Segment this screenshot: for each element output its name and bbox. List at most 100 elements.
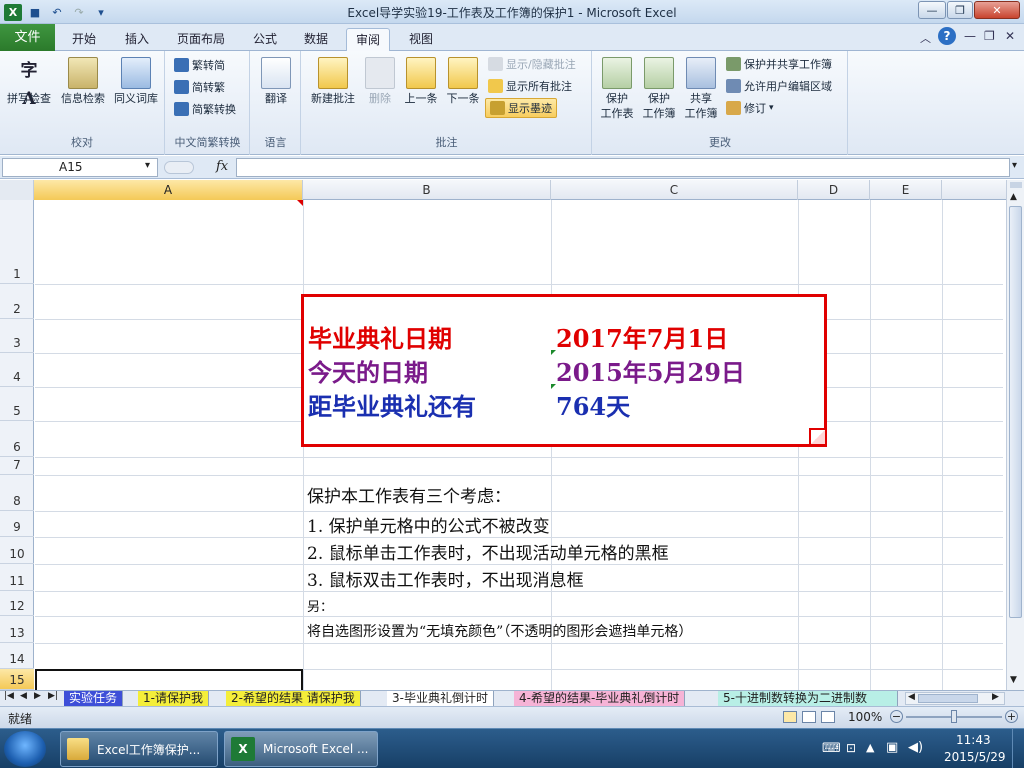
taskbar-excel-button[interactable]: X Microsoft Excel ... [224,731,378,767]
zoom-in-icon[interactable]: + [1005,710,1018,723]
translate-button[interactable]: 翻译 [255,57,297,106]
to-traditional-button[interactable]: 简转繁 [174,77,225,97]
column-header-e[interactable]: E [870,180,942,200]
tab-data[interactable]: 数据 [295,28,337,51]
column-header-d[interactable]: D [798,180,870,200]
formula-input[interactable] [236,158,1010,177]
horizontal-scrollbar[interactable]: ◀ ▶ [905,692,1005,705]
taskbar-explorer-button[interactable]: Excel工作簿保护... [60,731,218,767]
scroll-right-icon[interactable]: ▶ [992,692,999,702]
show-ink-button[interactable]: 显示墨迹 [485,98,557,118]
row-header[interactable]: 13 [0,616,34,643]
h-scroll-thumb[interactable] [918,694,978,703]
expand-formula-icon[interactable]: ▾ [1012,160,1017,171]
zoom-level[interactable]: 100% [848,710,882,724]
row-header[interactable]: 7 [0,457,34,475]
split-box[interactable] [1010,182,1022,188]
start-button[interactable] [4,731,46,767]
tab-page-layout[interactable]: 页面布局 [168,28,234,51]
show-all-comments-button[interactable]: 显示所有批注 [488,76,572,96]
tab-home[interactable]: 开始 [63,28,105,51]
protect-workbook-button[interactable]: 保护 工作簿 [639,57,679,121]
next-comment-button[interactable]: 下一条 [443,57,483,106]
row-header[interactable]: 15 [0,669,34,690]
row-header[interactable]: 3 [0,319,34,353]
tab-formulas[interactable]: 公式 [244,28,286,51]
name-box-dropdown-icon[interactable]: ▾ [145,160,150,171]
row-header[interactable]: 1 [0,200,34,284]
volume-icon[interactable]: ◀) [908,740,923,755]
select-all-corner[interactable] [0,180,34,200]
tab-view[interactable]: 视图 [400,28,442,51]
row-header[interactable]: 12 [0,591,34,616]
row-header[interactable]: 4 [0,353,34,387]
sheet-tab[interactable]: 实验任务 [64,691,124,707]
column-header-a[interactable]: A [34,180,303,200]
insert-function-icon[interactable]: fx [216,159,228,174]
doc-restore-icon[interactable]: ❐ [984,29,995,43]
page-layout-view-icon[interactable] [802,711,816,723]
sheet-tab[interactable]: 4-希望的结果-毕业典礼倒计时 [514,691,686,707]
spell-check-button[interactable]: 字A 拼写检查 [4,57,54,109]
tab-insert[interactable]: 插入 [116,28,158,51]
clock-time[interactable]: 11:43 [956,733,991,747]
scroll-left-icon[interactable]: ◀ [908,692,915,702]
vertical-scrollbar[interactable]: ▲ ▼ [1006,180,1024,690]
column-header-b[interactable]: B [303,180,551,200]
share-workbook-button[interactable]: 共享 工作簿 [681,57,721,121]
help-icon[interactable]: ? [938,27,956,45]
protect-sheet-button[interactable]: 保护 工作表 [597,57,637,121]
zoom-slider-thumb[interactable] [951,710,957,723]
row-header[interactable]: 2 [0,284,34,319]
tab-review[interactable]: 审阅 [346,28,391,51]
allow-edit-ranges-button[interactable]: 允许用户编辑区域 [726,76,832,96]
scroll-down-icon[interactable]: ▼ [1010,675,1017,685]
doc-minimize-icon[interactable]: — [964,29,976,43]
active-cell-a15[interactable] [35,669,303,690]
row-header[interactable]: 8 [0,475,34,511]
row-header[interactable]: 6 [0,421,34,457]
cell-grid[interactable]: 毕业典礼日期 2017年7月1日 今天的日期 2015年5月29日 距毕业典礼还… [35,200,1003,690]
zoom-out-icon[interactable]: − [890,710,903,723]
convert-button[interactable]: 简繁转换 [174,99,236,119]
row-header[interactable]: 11 [0,564,34,591]
row-header[interactable]: 5 [0,387,34,421]
keyboard-icon[interactable]: ⌨ [822,741,841,756]
network-icon[interactable]: ▣ [886,740,898,755]
scroll-thumb[interactable] [1009,206,1022,618]
previous-comment-button[interactable]: 上一条 [401,57,441,106]
next-sheet-icon[interactable]: ▶ [34,691,41,701]
normal-view-icon[interactable] [783,711,797,723]
show-desktop-button[interactable] [1012,729,1024,768]
formula-bar-splitter[interactable] [164,161,194,174]
research-button[interactable]: 信息检索 [58,57,108,106]
sheet-tab-active[interactable]: 3-毕业典礼倒计时 [387,691,494,707]
tab-file[interactable]: 文件 [0,24,55,51]
countdown-shape[interactable]: 毕业典礼日期 2017年7月1日 今天的日期 2015年5月29日 距毕业典礼还… [301,294,827,447]
clock-date[interactable]: 2015/5/29 [944,750,1006,764]
protect-and-share-button[interactable]: 保护并共享工作簿 [726,54,832,74]
new-comment-button[interactable]: 新建批注 [306,57,360,106]
row-header[interactable]: 14 [0,643,34,669]
row-header[interactable]: 10 [0,537,34,564]
restore-button[interactable]: ❐ [947,1,973,19]
ime-icon[interactable]: ⊡ [846,741,856,755]
page-break-view-icon[interactable] [821,711,835,723]
sheet-tab[interactable]: 1-请保护我 [138,691,209,707]
last-sheet-icon[interactable]: ▶| [48,691,58,701]
show-hide-comment-button[interactable]: 显示/隐藏批注 [488,54,576,74]
minimize-ribbon-icon[interactable]: ︿ [920,30,931,46]
delete-comment-button[interactable]: 删除 [362,57,398,106]
to-simplified-button[interactable]: 繁转简 [174,55,225,75]
prev-sheet-icon[interactable]: ◀ [20,691,27,701]
close-button[interactable]: ✕ [974,1,1020,19]
sheet-tab[interactable]: 2-希望的结果 请保护我 [226,691,361,707]
column-header-f[interactable] [942,180,1008,200]
column-header-c[interactable]: C [551,180,798,200]
sheet-tab[interactable]: 5-十进制数转换为二进制数 [718,691,898,707]
row-header[interactable]: 9 [0,511,34,537]
doc-close-icon[interactable]: ✕ [1005,29,1015,43]
first-sheet-icon[interactable]: |◀ [4,691,14,701]
name-box[interactable]: A15 [2,158,158,177]
minimize-button[interactable]: — [918,1,946,19]
